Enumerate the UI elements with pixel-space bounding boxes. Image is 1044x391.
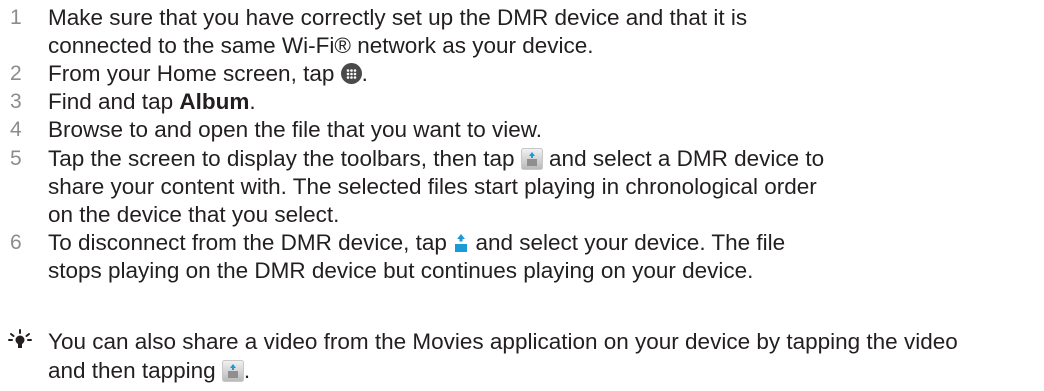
step-line: on the device that you select. [48, 202, 340, 227]
lightbulb-icon [8, 329, 32, 353]
step-text: Tap the screen to display the toolbars, … [48, 145, 1028, 229]
step-number: 3 [10, 90, 22, 113]
throw-icon [520, 148, 543, 170]
step-number: 2 [10, 62, 22, 85]
album-app-name: Album [179, 89, 250, 114]
tip-text-part: . [243, 358, 251, 383]
step-number: 6 [10, 231, 22, 254]
step-text: Browse to and open the file that you wan… [48, 116, 1028, 144]
step-text: Find and tap Album. [48, 88, 1028, 116]
step-line: stops playing on the DMR device but cont… [48, 258, 754, 283]
tip-text: You can also share a video from the Movi… [48, 327, 1038, 385]
step-number: 5 [10, 147, 22, 170]
step-text: To disconnect from the DMR device, tap a… [48, 229, 1028, 285]
step-text-part: Tap the screen to display the toolbars, … [48, 146, 521, 171]
step-line: share your content with. The selected fi… [48, 174, 817, 199]
step-text-part: . [361, 61, 368, 86]
step-text: Make sure that you have correctly set up… [48, 4, 1028, 60]
step-text-part: and select a DMR device to [542, 146, 825, 171]
step-text-part: From your Home screen, tap [48, 61, 341, 86]
apps-grid-icon [340, 63, 362, 84]
step-line: Browse to and open the file that you wan… [48, 117, 543, 142]
step-text-part: Find and tap [48, 89, 180, 114]
step-text: From your Home screen, tap . [48, 60, 1028, 88]
step-text-part: To disconnect from the DMR device, tap [48, 230, 454, 255]
throw-icon [221, 360, 244, 382]
step-line: Make sure that you have correctly set up… [48, 5, 748, 30]
tip-line: You can also share a video from the Movi… [48, 329, 958, 354]
throw-active-icon [453, 232, 469, 254]
step-line: connected to the same Wi-Fi® network as … [48, 33, 594, 58]
tip-text-part: and then tapping [48, 358, 222, 383]
step-text-part: . [249, 89, 256, 114]
step-number: 1 [10, 6, 22, 29]
step-text-part: and select your device. The file [469, 230, 786, 255]
step-number: 4 [10, 118, 22, 141]
